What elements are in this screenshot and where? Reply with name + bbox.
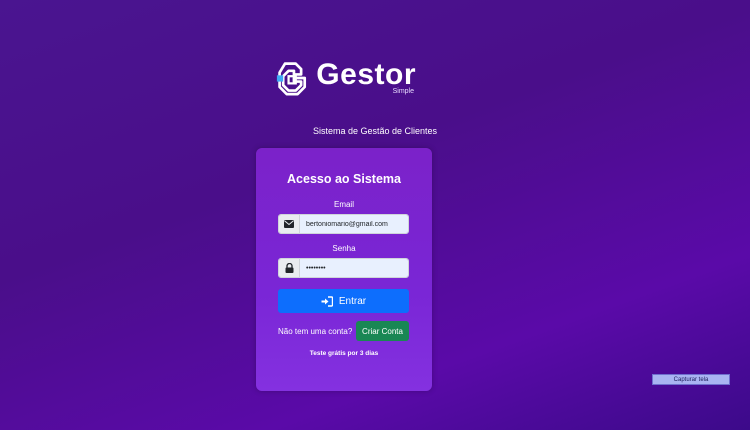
envelope-icon	[279, 215, 300, 233]
create-account-button[interactable]: Criar Conta	[356, 321, 409, 341]
password-label: Senha	[332, 244, 356, 253]
capture-screen-button[interactable]: Capturar tela	[652, 374, 730, 385]
password-field[interactable]	[300, 259, 408, 277]
email-field[interactable]	[300, 215, 408, 233]
login-button-label: Entrar	[338, 295, 367, 307]
lock-icon	[279, 259, 300, 277]
login-title: Acesso ao Sistema	[287, 172, 401, 186]
brand-name: Gestor	[316, 58, 416, 91]
email-label: Email	[333, 200, 354, 209]
tagline: Sistema de Gestão de Clientes	[312, 126, 438, 136]
signup-row: Não tem uma conta? Criar Conta	[278, 321, 409, 341]
password-input-group	[278, 258, 409, 278]
login-button[interactable]: Entrar	[278, 289, 409, 313]
sign-in-icon	[321, 295, 333, 307]
trial-text: Teste grátis por 3 dias	[309, 350, 379, 357]
brand-logo: Gestor Simple	[276, 56, 416, 100]
email-input-group	[278, 214, 409, 234]
logo-mark-icon	[276, 62, 307, 96]
signup-prompt: Não tem uma conta?	[278, 326, 353, 336]
brand-sub: Simple	[392, 88, 414, 95]
login-card: Acesso ao Sistema Email Senha Entrar Não…	[256, 148, 432, 391]
